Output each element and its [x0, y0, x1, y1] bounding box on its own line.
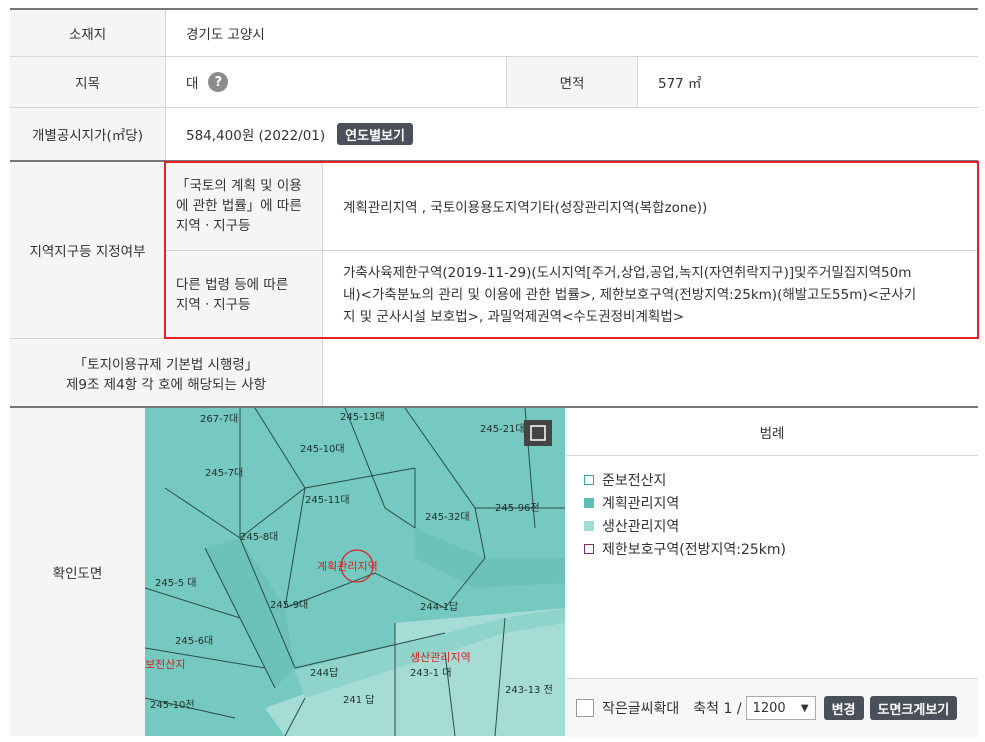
area-value: 577 ㎡	[658, 76, 702, 92]
chevron-down-icon: ▼	[800, 702, 809, 714]
svg-text:245-8대: 245-8대	[240, 531, 278, 543]
svg-text:245-21대: 245-21대	[480, 423, 525, 435]
land-price-label: 개별공시지가(㎡당)	[10, 108, 165, 160]
svg-text:243-1 대: 243-1 대	[410, 667, 451, 679]
legend-swatch	[584, 474, 594, 485]
scale-select[interactable]: 1200 ▼	[745, 696, 816, 720]
highlight-box	[164, 161, 979, 339]
enlarge-text-checkbox[interactable]	[576, 699, 594, 717]
legend-item: 준보전산지	[584, 468, 786, 491]
legend-item: 제한보호구역(전방지역:25km)	[584, 537, 786, 560]
svg-text:생산관리지역: 생산관리지역	[410, 651, 471, 664]
svg-text:245-96전: 245-96전	[495, 502, 540, 514]
change-scale-button[interactable]: 변경	[823, 696, 864, 720]
svg-text:244답: 244답	[310, 667, 338, 679]
svg-text:보전산지: 보전산지	[145, 658, 185, 671]
location-label: 소재지	[10, 10, 165, 56]
legend-swatch	[584, 497, 594, 508]
legend-swatch	[584, 543, 594, 554]
zoning-label: 지역지구등 지정여부	[10, 162, 165, 338]
legend-panel: 범례 준보전산지 계획관리지역 생산관리지역 제한보호구역(전방지역:25km)…	[566, 408, 978, 737]
svg-text:245-10천: 245-10천	[150, 699, 195, 711]
land-price-value: 584,400원 (2022/01) 연도별보기	[166, 108, 978, 160]
svg-text:243-13 전: 243-13 전	[505, 684, 553, 696]
svg-text:245-32대: 245-32대	[425, 511, 470, 523]
svg-text:241 답: 241 답	[343, 694, 374, 706]
parcel-map-drawing: 267-7대 245-13대 245-21대 245-10대 245-7대 24…	[145, 408, 565, 736]
svg-text:245-9대: 245-9대	[270, 599, 308, 611]
enforcement-value	[323, 339, 978, 406]
svg-text:244-1답: 244-1답	[420, 601, 458, 613]
svg-text:245-6대: 245-6대	[175, 635, 213, 647]
location-value: 경기도 고양시	[186, 27, 265, 43]
scale-label: 축척 1 /	[693, 701, 742, 717]
legend-title: 범례	[566, 408, 978, 456]
land-category-value: 대 ?	[166, 57, 506, 107]
legend-item: 계획관리지역	[584, 491, 786, 514]
svg-text:245-11대: 245-11대	[305, 494, 350, 506]
svg-text:245-5 대: 245-5 대	[155, 577, 196, 589]
legend-list: 준보전산지 계획관리지역 생산관리지역 제한보호구역(전방지역:25km)	[584, 468, 786, 560]
legend-swatch	[584, 520, 594, 531]
area-label: 면적	[507, 57, 637, 107]
svg-text:계획관리지역: 계획관리지역	[317, 560, 378, 573]
enlarge-map-button[interactable]: 도면크게보기	[869, 696, 958, 720]
svg-text:245-7대: 245-7대	[205, 467, 243, 479]
land-category-label: 지목	[10, 57, 165, 107]
help-icon[interactable]: ?	[208, 72, 229, 92]
enlarge-text-label: 작은글씨확대	[602, 701, 680, 717]
svg-text:245-10대: 245-10대	[300, 443, 345, 455]
map-controls: 작은글씨확대 축척 1 / 1200 ▼ 변경 도면크게보기	[566, 678, 978, 737]
fullscreen-icon[interactable]	[524, 420, 552, 446]
svg-text:245-13대: 245-13대	[340, 411, 385, 423]
parcel-map[interactable]: 267-7대 245-13대 245-21대 245-10대 245-7대 24…	[145, 408, 565, 736]
svg-text:267-7대: 267-7대	[200, 413, 238, 425]
map-row-label: 확인도면	[10, 408, 145, 736]
yearly-view-button[interactable]: 연도별보기	[337, 123, 413, 145]
enforcement-label: 「토지이용규제 기본법 시행령」 제9조 제4항 각 호에 해당되는 사항	[10, 339, 322, 406]
legend-item: 생산관리지역	[584, 514, 786, 537]
